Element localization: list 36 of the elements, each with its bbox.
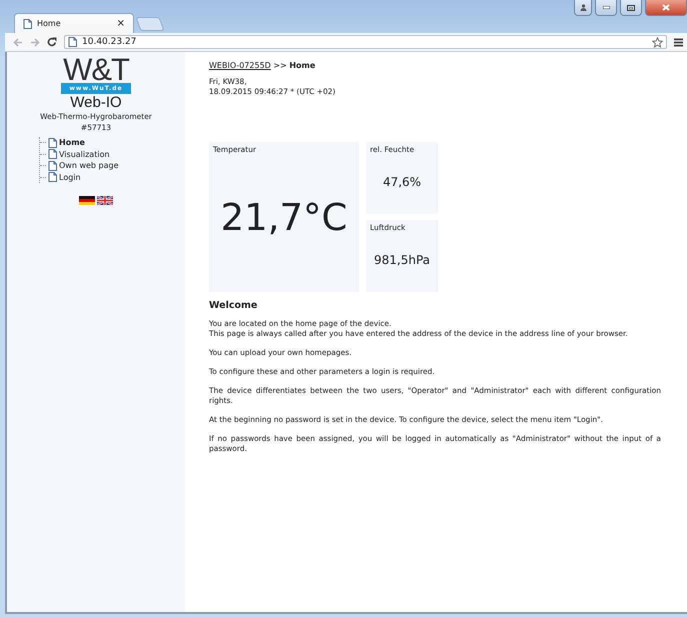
url-text: 10.40.23.27 bbox=[82, 37, 136, 47]
page-icon bbox=[48, 138, 57, 148]
page-icon bbox=[48, 172, 57, 182]
user-button[interactable] bbox=[574, 0, 592, 16]
page-icon bbox=[48, 149, 57, 160]
tile-value: 21,7°C bbox=[220, 194, 348, 241]
maximize-button[interactable] bbox=[620, 0, 642, 16]
reload-icon[interactable] bbox=[47, 37, 57, 47]
minimize-icon bbox=[602, 6, 610, 9]
device-link[interactable]: WEBIO-07255D bbox=[209, 61, 271, 70]
brand-logo: W&T bbox=[63, 56, 129, 83]
close-button[interactable] bbox=[645, 0, 687, 16]
menu-item[interactable]: Login bbox=[40, 172, 119, 183]
tab-title: Home bbox=[37, 19, 62, 28]
page-icon bbox=[68, 37, 77, 47]
star-icon[interactable] bbox=[652, 36, 663, 48]
menu-item[interactable]: Own web page bbox=[40, 160, 119, 172]
page-icon bbox=[23, 18, 32, 28]
page-icon bbox=[48, 160, 57, 171]
breadcrumb: WEBIO-07255D >> Home bbox=[209, 60, 316, 72]
menu-item[interactable]: Home bbox=[40, 137, 119, 148]
maximize-icon bbox=[627, 4, 635, 10]
user-icon bbox=[580, 4, 586, 11]
minimize-button[interactable] bbox=[595, 0, 617, 16]
browser-tab[interactable]: Home × bbox=[14, 13, 134, 33]
menu-icon[interactable] bbox=[674, 38, 683, 46]
tile-value: 47,6% bbox=[382, 175, 422, 191]
section-heading: Welcome bbox=[209, 300, 258, 312]
menu-item[interactable]: Visualization bbox=[40, 148, 119, 160]
tile-value: 981,5hPa bbox=[374, 253, 430, 269]
tab-close[interactable]: × bbox=[116, 18, 125, 29]
product-name: Web-IO bbox=[70, 94, 122, 111]
german-flag-icon[interactable] bbox=[79, 196, 95, 205]
british-flag-icon[interactable] bbox=[97, 196, 113, 205]
address-bar[interactable]: 10.40.23.27 bbox=[64, 35, 667, 49]
close-icon bbox=[662, 4, 670, 11]
